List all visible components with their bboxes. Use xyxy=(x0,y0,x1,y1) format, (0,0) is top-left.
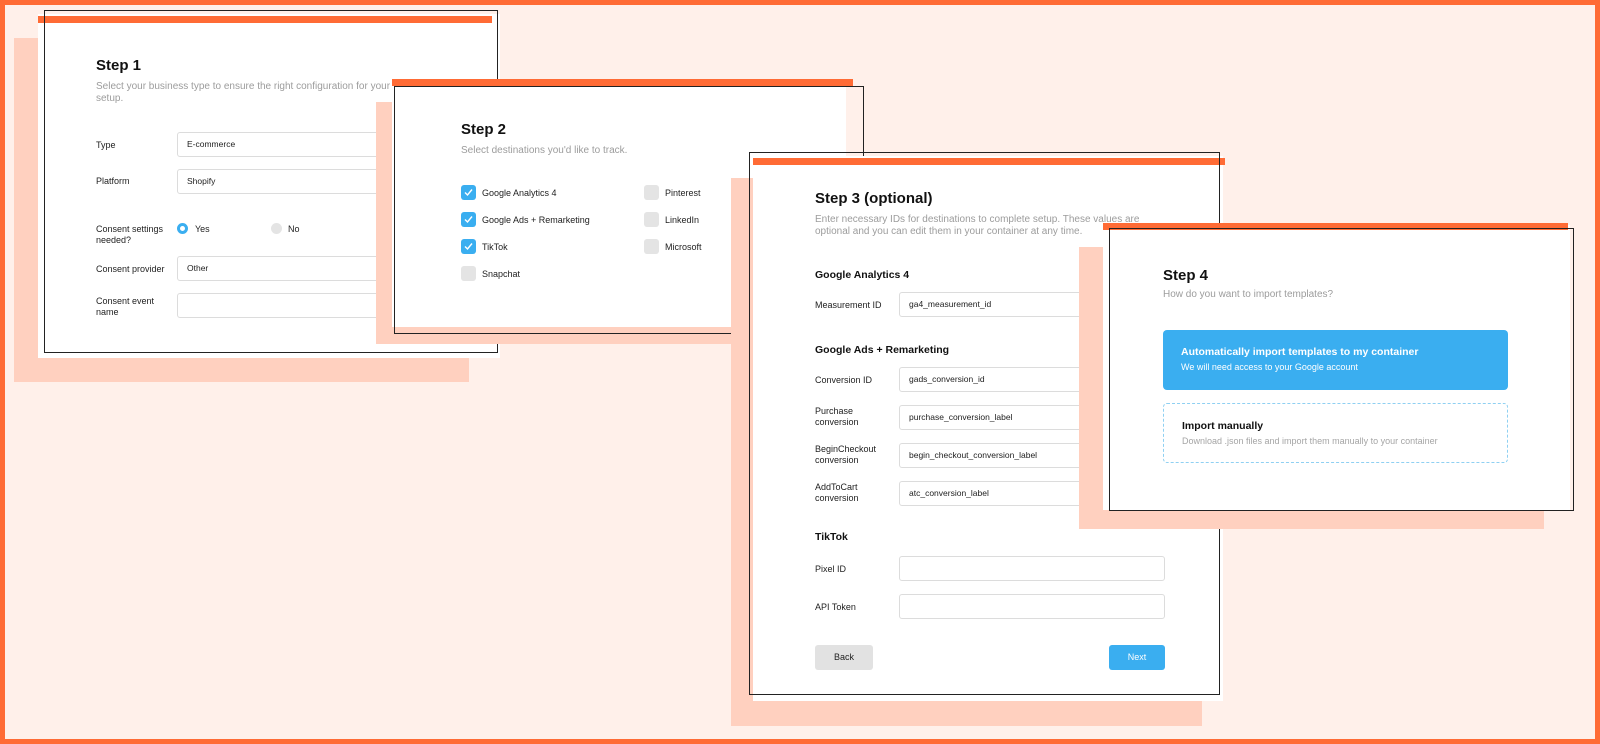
step4-outline xyxy=(1109,228,1574,511)
step2-accent-bar xyxy=(392,79,853,86)
